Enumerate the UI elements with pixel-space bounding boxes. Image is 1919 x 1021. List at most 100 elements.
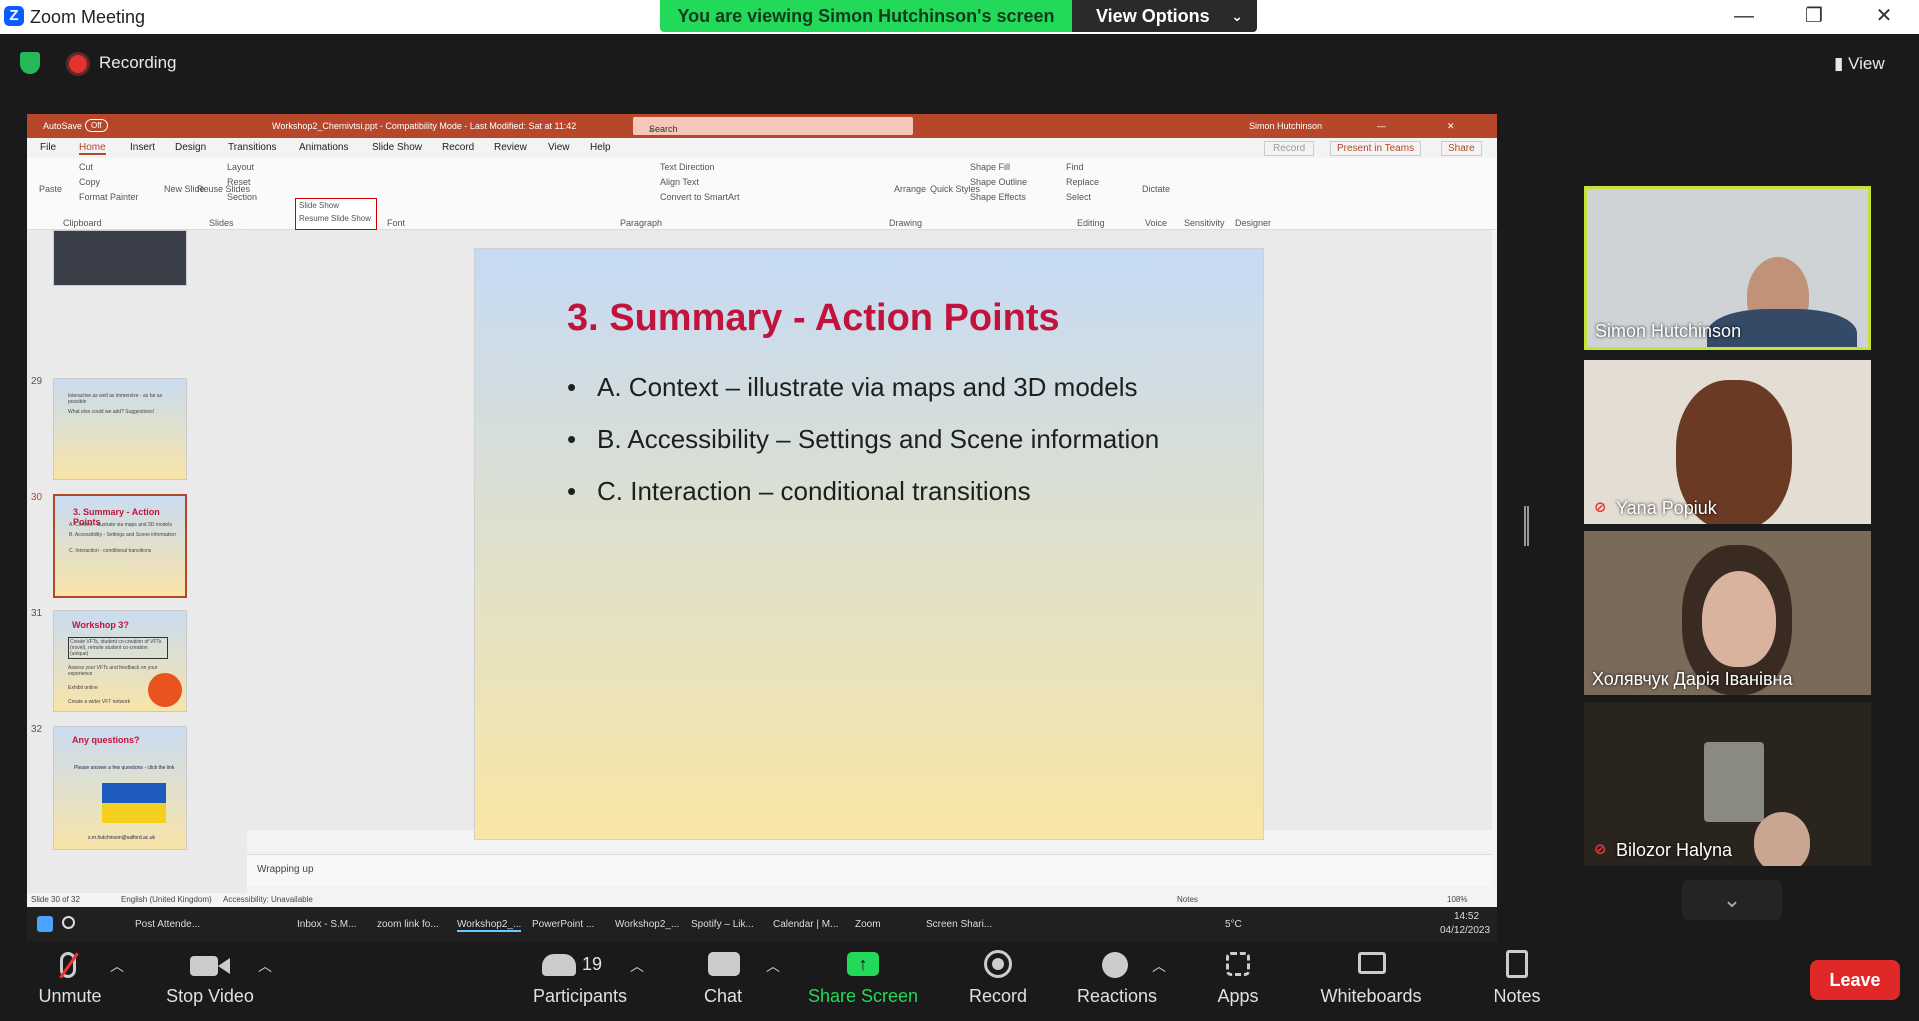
meeting-toolbar: Unmute ︿ Stop Video ︿ 19 Participants ︿ …: [0, 942, 1919, 1021]
notes-toggle[interactable]: Notes: [1177, 895, 1198, 904]
video-options-caret-icon[interactable]: ︿: [258, 956, 272, 976]
shape-fill-button[interactable]: Shape Fill: [970, 162, 1010, 172]
slide-thumbnail-pane[interactable]: 29 Interactive as well as immersive - as…: [27, 230, 247, 903]
whiteboards-button[interactable]: Whiteboards: [1312, 942, 1430, 1021]
reactions-caret-icon[interactable]: ︿: [1152, 956, 1166, 976]
slide-thumbnail-30-selected[interactable]: 3. Summary - Action Points A. Context - …: [53, 494, 187, 598]
tab-view[interactable]: View: [548, 142, 570, 153]
close-icon[interactable]: ✕: [1864, 2, 1904, 30]
participants-button[interactable]: 19 Participants: [520, 942, 640, 1021]
taskbar-item[interactable]: Spotify – Lik...: [691, 919, 754, 930]
participants-caret-icon[interactable]: ︿: [630, 956, 644, 976]
slide-thumbnail-29[interactable]: Interactive as well as immersive - as fa…: [53, 378, 187, 480]
reactions-button[interactable]: Reactions: [1074, 942, 1160, 1021]
layout-button[interactable]: Layout: [227, 162, 254, 172]
audio-options-caret-icon[interactable]: ︿: [110, 956, 124, 976]
format-painter-button[interactable]: Format Painter: [79, 192, 139, 202]
close-icon[interactable]: ✕: [1447, 121, 1455, 132]
slide-thumbnail-32[interactable]: Any questions? Please answer a few quest…: [53, 726, 187, 850]
taskbar-item[interactable]: Calendar | M...: [773, 919, 838, 930]
autosave-toggle[interactable]: Off: [85, 119, 108, 132]
gallery-resize-handle[interactable]: [1524, 506, 1529, 546]
participant-tile-active-speaker[interactable]: Simon Hutchinson: [1584, 186, 1871, 350]
chat-button[interactable]: Chat: [690, 942, 756, 1021]
tab-home[interactable]: Home: [79, 142, 106, 155]
record-button[interactable]: Record: [1264, 141, 1315, 156]
language-status[interactable]: English (United Kingdom): [121, 895, 212, 904]
share-button[interactable]: Share: [1441, 141, 1482, 156]
reset-button[interactable]: Reset: [227, 177, 251, 187]
dictate-button[interactable]: Dictate: [1142, 184, 1170, 194]
accessibility-status[interactable]: Accessibility: Unavailable: [223, 895, 313, 904]
resume-slideshow-button[interactable]: Resume Slide Show: [299, 214, 373, 223]
unmute-button[interactable]: Unmute: [30, 942, 110, 1021]
convert-smartart-button[interactable]: Convert to SmartArt: [660, 192, 740, 202]
present-in-teams-button[interactable]: Present in Teams: [1330, 141, 1422, 156]
security-shield-icon[interactable]: [20, 52, 40, 74]
ukraine-flag-image: [102, 783, 166, 823]
search-box[interactable]: ⌕ Search: [633, 117, 913, 135]
notes-button[interactable]: Notes: [1484, 942, 1550, 1021]
search-icon[interactable]: [62, 916, 75, 929]
taskbar-item[interactable]: Workshop2_...: [615, 919, 679, 930]
tab-slideshow[interactable]: Slide Show: [372, 142, 422, 153]
find-button[interactable]: Find: [1066, 162, 1084, 172]
autosave-label: AutoSave: [43, 121, 83, 131]
tab-transitions[interactable]: Transitions: [228, 142, 277, 153]
taskbar-item[interactable]: Inbox - S.M...: [297, 919, 356, 930]
tab-design[interactable]: Design: [175, 142, 206, 153]
tab-file[interactable]: File: [40, 142, 56, 153]
weather-temp[interactable]: 5°C: [1225, 919, 1242, 930]
section-button[interactable]: Section: [227, 192, 257, 202]
cut-button[interactable]: Cut: [79, 162, 93, 172]
windows-start-icon[interactable]: [37, 916, 53, 932]
reactions-label: Reactions: [1076, 986, 1158, 1006]
tab-animations[interactable]: Animations: [299, 142, 348, 153]
gallery-scroll-down-button[interactable]: ⌄: [1682, 880, 1782, 920]
current-slide[interactable]: 3. Summary - Action Points A. Context – …: [474, 248, 1264, 840]
tab-review[interactable]: Review: [494, 142, 527, 153]
view-options-button[interactable]: View Options ⌄: [1072, 0, 1257, 32]
select-button[interactable]: Select: [1066, 192, 1091, 202]
leave-button[interactable]: Leave: [1810, 960, 1900, 1000]
copy-button[interactable]: Copy: [79, 177, 100, 187]
tab-help[interactable]: Help: [590, 142, 611, 153]
view-button[interactable]: ▮ View: [1834, 54, 1885, 74]
paste-button[interactable]: Paste: [39, 184, 62, 194]
minimize-icon[interactable]: —: [1724, 2, 1764, 30]
taskbar-item[interactable]: Screen Shari...: [926, 919, 992, 930]
taskbar-item[interactable]: Zoom: [855, 919, 881, 930]
participants-icon: 19: [520, 942, 640, 986]
stop-video-button[interactable]: Stop Video: [160, 942, 260, 1021]
record-button[interactable]: Record: [962, 942, 1034, 1021]
taskbar-item[interactable]: PowerPoint ...: [532, 919, 594, 930]
stop-video-label: Stop Video: [166, 986, 254, 1006]
taskbar-item[interactable]: Post Attende...: [135, 919, 200, 930]
slide-thumbnail-31[interactable]: Workshop 3? Create VFTs, student co-crea…: [53, 610, 187, 712]
participant-tile[interactable]: Холявчук Дарія Іванівна: [1584, 531, 1871, 695]
clock-time[interactable]: 14:52: [1454, 911, 1479, 922]
replace-button[interactable]: Replace: [1066, 177, 1099, 187]
chat-caret-icon[interactable]: ︿: [766, 956, 780, 976]
share-screen-button[interactable]: ↑ Share Screen: [805, 942, 921, 1021]
tab-record[interactable]: Record: [442, 142, 474, 153]
zoom-level[interactable]: 108%: [1447, 895, 1467, 904]
shape-effects-button[interactable]: Shape Effects: [970, 192, 1026, 202]
apps-button[interactable]: Apps: [1210, 942, 1266, 1021]
minimize-icon[interactable]: —: [1377, 121, 1386, 131]
participant-tile[interactable]: ⊘ Bilozor Halyna: [1584, 702, 1871, 866]
sensitivity-group-label: Sensitivity: [1184, 218, 1225, 228]
slide-thumbnail[interactable]: [53, 230, 187, 286]
text-direction-button[interactable]: Text Direction: [660, 162, 715, 172]
align-text-button[interactable]: Align Text: [660, 177, 699, 187]
taskbar-item[interactable]: zoom link fo...: [377, 919, 439, 930]
shape-outline-button[interactable]: Shape Outline: [970, 177, 1027, 187]
participant-tile[interactable]: ⊘ Yana Popiuk: [1584, 360, 1871, 524]
taskbar-item[interactable]: Workshop2_...: [457, 919, 522, 932]
restore-icon[interactable]: ❐: [1794, 2, 1834, 30]
arrange-button[interactable]: Arrange: [894, 184, 926, 194]
thumb-number: 30: [31, 492, 43, 503]
clock-date[interactable]: 04/12/2023: [1440, 925, 1490, 936]
tab-insert[interactable]: Insert: [130, 142, 155, 153]
speaker-notes[interactable]: Wrapping up: [247, 854, 1492, 886]
